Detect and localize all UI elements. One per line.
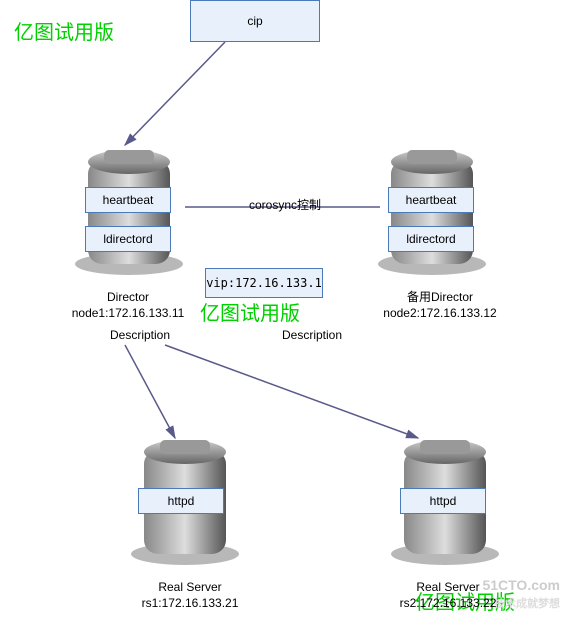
director-heartbeat-label: heartbeat (103, 193, 154, 207)
director-ldirectord: ldirectord (85, 226, 171, 252)
watermark-text: 亿图试用版 (14, 16, 114, 45)
rs2-httpd-label: httpd (430, 494, 457, 508)
description-right: Description (282, 328, 342, 344)
director-caption: Director node1:172.16.133.11 (48, 290, 208, 321)
backup-caption-title: 备用Director (407, 290, 473, 304)
backup-ldirectord: ldirectord (388, 226, 474, 252)
director-heartbeat: heartbeat (85, 187, 171, 213)
watermark-text: 亿图试用版 (200, 297, 300, 326)
cip-label: cip (247, 14, 262, 28)
vip-label: vip:172.16.133.1 (206, 276, 322, 290)
rs2-httpd: httpd (400, 488, 486, 514)
backup-heartbeat: heartbeat (388, 187, 474, 213)
rs1-httpd: httpd (138, 488, 224, 514)
rs1-caption-title: Real Server (158, 580, 221, 594)
backup-caption-addr: node2:172.16.133.12 (383, 306, 496, 320)
director-caption-addr: node1:172.16.133.11 (72, 306, 185, 320)
backup-caption: 备用Director node2:172.16.133.12 (360, 290, 520, 321)
backup-ldirectord-label: ldirectord (406, 232, 455, 246)
rs1-caption-addr: rs1:172.16.133.21 (142, 596, 239, 610)
rs2-caption-addr: rs2:172.16.133.22 (400, 596, 497, 610)
rs2-caption-title: Real Server (416, 580, 479, 594)
rs1-caption: Real Server rs1:172.16.133.21 (110, 580, 270, 611)
description-left: Description (110, 328, 170, 344)
director-caption-title: Director (107, 290, 149, 304)
director-ldirectord-label: ldirectord (103, 232, 152, 246)
vip-box: vip:172.16.133.1 (205, 268, 323, 298)
corosync-link-label: corosync控制 (235, 198, 335, 214)
cip-node: cip (190, 0, 320, 42)
rs2-caption: Real Server rs2:172.16.133.22 (368, 580, 528, 611)
backup-heartbeat-label: heartbeat (406, 193, 457, 207)
rs1-httpd-label: httpd (168, 494, 195, 508)
